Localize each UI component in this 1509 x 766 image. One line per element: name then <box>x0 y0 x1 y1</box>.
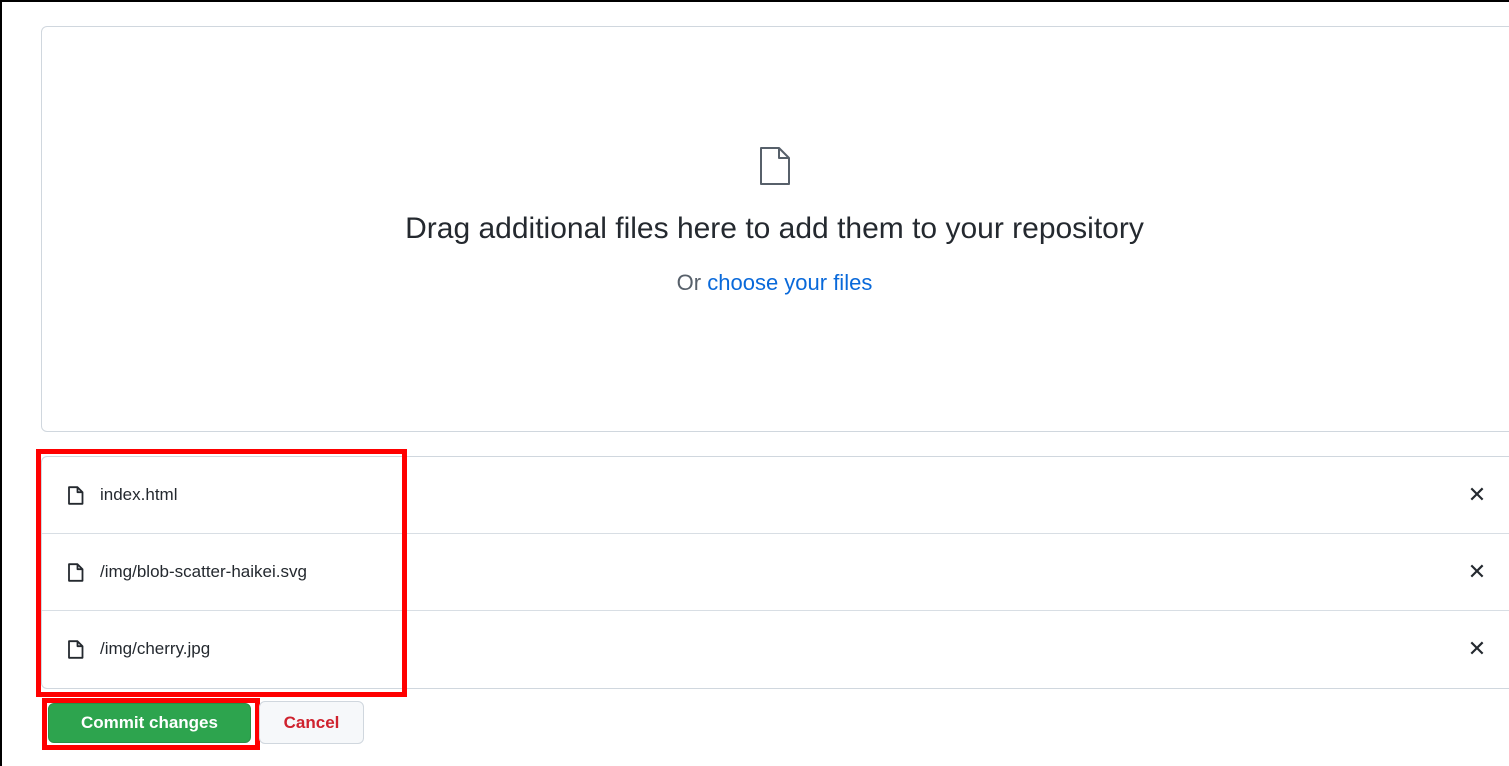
close-icon[interactable]: ✕ <box>1466 484 1488 506</box>
file-icon <box>68 640 84 659</box>
commit-changes-button[interactable]: Commit changes <box>48 703 251 743</box>
file-name: index.html <box>100 485 178 504</box>
drop-zone-prefix: Or <box>676 270 702 295</box>
close-icon[interactable]: ✕ <box>1466 638 1488 660</box>
drop-zone-subtitle: Or choose your files <box>0 270 1509 296</box>
cancel-button[interactable]: Cancel <box>259 701 364 744</box>
file-icon <box>760 147 790 185</box>
file-row: /img/blob-scatter-haikei.svg ✕ <box>42 534 1509 611</box>
file-row: /img/cherry.jpg ✕ <box>42 611 1509 688</box>
file-row: index.html ✕ <box>42 457 1509 534</box>
choose-files-link[interactable]: choose your files <box>707 270 872 295</box>
file-name: /img/cherry.jpg <box>100 639 211 658</box>
file-name: /img/blob-scatter-haikei.svg <box>100 562 307 581</box>
file-icon <box>68 563 84 582</box>
drop-zone-title: Drag additional files here to add them t… <box>405 212 1144 245</box>
file-icon <box>68 486 84 505</box>
close-icon[interactable]: ✕ <box>1466 561 1488 583</box>
file-list: index.html ✕ /img/blob-scatter-haikei.sv… <box>41 456 1509 689</box>
